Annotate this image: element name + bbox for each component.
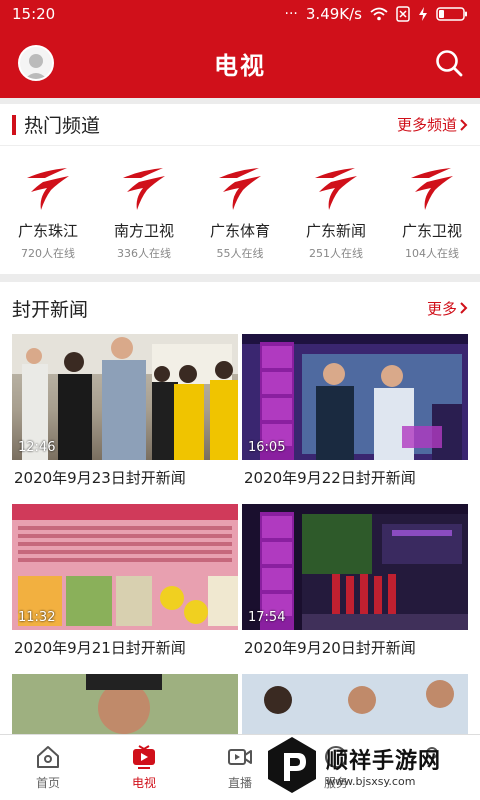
more-news-link[interactable]: 更多 [427,298,468,319]
status-time: 15:20 [12,5,56,23]
chevron-right-icon [460,118,468,131]
channel-item[interactable]: 广东新闻 251人在线 [290,164,382,261]
news-card[interactable] [242,674,468,734]
news-caption: 2020年9月21日封开新闻 [14,639,186,657]
wifi-icon [370,7,388,21]
channel-name: 广东珠江 [17,222,78,240]
more-dots-icon: ··· [284,6,298,22]
news-caption: 2020年9月22日封开新闻 [244,469,416,487]
news-card[interactable] [12,674,238,734]
nav-home-label: 首页 [35,776,60,790]
charging-icon [419,7,427,21]
gdtv-logo-icon [411,168,453,210]
nav-home[interactable]: 首页 [0,735,96,800]
network-speed: 3.49K/s [305,5,362,23]
channel-item[interactable]: 广东体育 55人在线 [194,164,286,261]
channel-list: 广东珠江 720人在线 南方卫视 336人在线 广东体育 55人在线 广东新闻 … [0,146,480,261]
news-card[interactable]: 16:05 2020年9月22日封开新闻 [242,334,468,496]
video-thumbnail[interactable]: 11:32 [12,504,238,630]
local-news-section: 封开新闻 更多 12:46 2020年9月23日封开新闻 16:05 2020年… [0,282,480,734]
channel-viewers: 104人在线 [405,247,459,260]
more-channels-label: 更多频道 [396,116,457,134]
tv-play-icon [133,745,155,769]
channel-viewers: 251人在线 [309,247,363,260]
gdtv-logo-icon [315,168,357,210]
app-header: 电视 [0,28,480,98]
channel-viewers: 336人在线 [117,247,171,260]
channel-name: 广东新闻 [305,222,366,240]
watermark-logo-icon [268,737,316,793]
watermark-overlay: 顺祥手游网 www.bjsxsy.com [266,730,480,800]
channel-name: 南方卫视 [113,222,174,240]
more-channels-link[interactable]: 更多频道 [397,114,468,135]
video-duration: 16:05 [248,440,286,455]
user-avatar[interactable] [18,45,54,81]
watermark-url: www.bjsxsy.com [326,774,416,788]
chevron-right-icon [460,302,468,314]
news-header: 封开新闻 更多 [0,282,480,334]
status-bar: 15:20 ··· 3.49K/s [0,0,480,28]
news-scene-image [242,674,468,734]
news-grid: 12:46 2020年9月23日封开新闻 16:05 2020年9月22日封开新… [0,334,480,734]
video-duration: 17:54 [248,610,286,625]
news-section-title: 封开新闻 [12,298,89,321]
channel-viewers: 55人在线 [216,247,264,260]
news-card[interactable]: 11:32 2020年9月21日封开新闻 [12,504,238,666]
hot-channels-section: 热门频道 更多频道 广东珠江 720人在线 南方卫视 336人在线 广东体育 5… [0,104,480,274]
sim-blocked-icon [396,6,410,22]
video-thumbnail[interactable]: 17:54 [242,504,468,630]
battery-icon [436,7,467,21]
video-duration: 12:46 [18,440,56,455]
more-news-label: 更多 [426,299,457,318]
nav-live-label: 直播 [227,776,252,790]
section-marker [12,114,16,135]
nav-tv[interactable]: 电视 [96,735,192,800]
channel-name: 广东体育 [209,222,270,240]
video-duration: 11:32 [18,610,56,625]
search-icon[interactable] [434,48,464,78]
channel-item[interactable]: 广东珠江 720人在线 [2,164,94,261]
home-icon [37,746,59,768]
channel-item[interactable]: 南方卫视 336人在线 [98,164,190,261]
news-caption: 2020年9月23日封开新闻 [14,469,186,487]
video-thumbnail[interactable]: 12:46 [12,334,238,460]
video-thumbnail[interactable] [242,674,468,734]
hot-channels-title: 热门频道 [24,115,101,137]
video-thumbnail[interactable]: 16:05 [242,334,468,460]
hot-channels-header: 热门频道 更多频道 [0,104,480,146]
channel-name: 广东卫视 [401,222,462,240]
gdtv-logo-icon [219,168,261,210]
video-thumbnail[interactable] [12,674,238,734]
gdtv-logo-icon [27,168,69,210]
gdtv-logo-icon [123,168,165,210]
channel-viewers: 720人在线 [21,247,75,260]
channel-item[interactable]: 广东卫视 104人在线 [386,164,478,261]
page-title: 电视 [214,51,266,80]
nav-tv-label: 电视 [131,776,156,790]
news-caption: 2020年9月20日封开新闻 [244,639,416,657]
news-card[interactable]: 12:46 2020年9月23日封开新闻 [12,334,238,496]
live-camera-icon [228,749,252,765]
news-scene-image [12,674,238,734]
user-avatar-icon [24,54,48,79]
watermark-brand: 顺祥手游网 [326,748,442,774]
news-card[interactable]: 17:54 2020年9月20日封开新闻 [242,504,468,666]
